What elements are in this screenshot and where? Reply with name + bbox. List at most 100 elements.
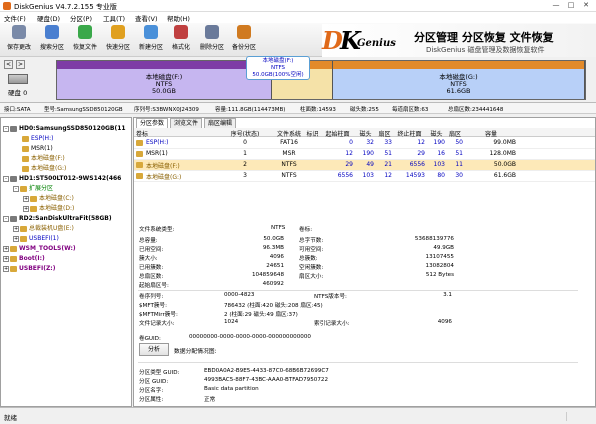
collapse-icon[interactable]: - [3, 215, 9, 222]
tree-item[interactable]: 本地磁盘(G:) [13, 164, 66, 173]
detail-label: 卷序列号: [139, 294, 164, 300]
table-cell: 50 [455, 139, 463, 146]
expand-icon[interactable]: + [23, 205, 29, 212]
expand-icon[interactable]: + [23, 195, 29, 202]
partition-icon [136, 140, 143, 146]
menu-file[interactable]: 文件(F) [4, 13, 26, 23]
detail-label: 分区类型 GUID: [139, 370, 180, 376]
column-header[interactable]: 扇区 [447, 129, 463, 138]
tree-item[interactable]: + 本地磁盘(D:) [23, 204, 74, 213]
tree-item[interactable]: + WSM_TOOLS(W:) [3, 244, 76, 253]
disk-label: 硬盘 0 [8, 89, 28, 97]
expand-icon[interactable]: + [3, 245, 9, 252]
table-cell: 49 [366, 161, 374, 168]
table-cell: 21 [384, 161, 392, 168]
maximize-button[interactable]: □ [566, 1, 576, 10]
detail-label: 起始扇区号: [139, 283, 169, 289]
column-header[interactable]: 终止柱面 [394, 129, 425, 138]
expand-icon[interactable]: + [13, 235, 19, 242]
partition-panel: 分区参数 浏览文件 扇区编辑 卷标 序号(状态) 文件系统 标识 起始柱面 磁头 扇区 终止柱… [133, 117, 596, 407]
tree-item[interactable]: + 总裁装机U盘(E:) [13, 224, 74, 233]
table-cell: 12 [384, 172, 392, 179]
expand-icon[interactable]: + [3, 255, 9, 262]
column-header[interactable]: 磁头 [428, 129, 445, 138]
tree-item[interactable]: - HD1:ST500LT012-9WS142(466 [3, 174, 121, 183]
menu-partition[interactable]: 分区(P) [70, 13, 92, 23]
tree-item[interactable]: 本地磁盘(F:) [13, 154, 65, 163]
column-header[interactable]: 卷标 [136, 129, 221, 138]
column-header[interactable]: 序号(状态) [225, 129, 265, 138]
tree-item-label: 总裁装机U盘(E:) [29, 225, 74, 232]
detail-value: 正常 [204, 397, 216, 403]
tree-item[interactable]: - 扩展分区 [13, 184, 53, 193]
detail-value: 786432 (柱面:420 磁头:208 扇区:45) [224, 303, 323, 309]
tree-item[interactable]: + Boot(I:) [3, 254, 45, 263]
tree-item-label: 本地磁盘(D:) [39, 205, 75, 212]
tree-item-label: 本地磁盘(F:) [31, 155, 65, 162]
delete-partition-button[interactable]: 删除分区 [197, 25, 227, 55]
tree-item[interactable]: + USBEFI(Z:) [3, 264, 55, 273]
prev-disk-button[interactable]: < [4, 60, 13, 69]
menu-disk[interactable]: 硬盘(D) [37, 13, 60, 23]
partition-icon [20, 235, 27, 242]
tab-partition-params[interactable]: 分区参数 [136, 118, 169, 128]
disk-bar-segment[interactable]: 本地磁盘(F:) NTFS 50.0GB [57, 61, 272, 99]
table-row[interactable]: 本地磁盘(F:) 2 NTFS 29 49 21 6556 103 11 50.0GB [134, 160, 595, 171]
column-header[interactable]: 起始柱面 [322, 129, 353, 138]
table-row[interactable]: ESP(H:) 0 FAT16 0 32 33 12 190 50 99.0MB [134, 138, 595, 149]
collapse-icon[interactable]: - [3, 175, 9, 182]
expand-icon[interactable]: + [3, 265, 9, 272]
tree-item[interactable]: - HD0:SamsungSSD850120GB(11 [3, 124, 126, 133]
disk-bar-segment[interactable]: 本地磁盘(G:) NTFS 61.6GB [333, 61, 585, 99]
menu-help[interactable]: 帮助(H) [167, 13, 190, 23]
detail-value: 50.0GB [263, 236, 284, 242]
detail-value: EBD0A0A2-B9E5-4433-87C0-68B6B72699C7 [204, 368, 329, 374]
collapse-icon[interactable]: - [13, 185, 19, 192]
table-cell: MSR [282, 150, 296, 157]
table-cell: 103 [362, 172, 374, 179]
next-disk-button[interactable]: > [16, 60, 25, 69]
collapse-icon[interactable]: - [3, 125, 9, 132]
table-cell: NTFS [281, 172, 297, 179]
table-cell: 30 [455, 172, 463, 179]
search-partition-button[interactable]: 搜索分区 [37, 25, 67, 55]
minimize-button[interactable]: — [551, 1, 561, 10]
column-header[interactable]: 容量 [466, 129, 516, 138]
info-heads: 磁头数:255 [350, 107, 379, 113]
column-header[interactable]: 文件系统 [275, 129, 303, 138]
menu-tools[interactable]: 工具(T) [103, 13, 125, 23]
format-button[interactable]: 格式化 [166, 25, 196, 55]
backup-partition-button[interactable]: 备份分区 [229, 25, 259, 55]
save-changes-button[interactable]: 保存更改 [4, 25, 34, 55]
analyze-button[interactable]: 分析 [139, 343, 169, 356]
recover-file-button[interactable]: 恢复文件 [70, 25, 100, 55]
detail-label: 分区属性: [139, 397, 164, 403]
table-cell: 16 [437, 150, 445, 157]
detail-label: 空闲簇数: [299, 265, 324, 271]
close-button[interactable]: ✕ [581, 1, 591, 10]
detail-value: 49.9GB [433, 245, 454, 251]
expand-icon[interactable]: + [13, 225, 19, 232]
tree-item[interactable]: MSR(1) [13, 144, 53, 153]
tree-item[interactable]: ESP(H:) [13, 134, 53, 143]
tree-item[interactable]: + 本地磁盘(C:) [23, 194, 74, 203]
fs-type-label: 文件系统类型: [139, 227, 175, 233]
table-cell: 103 [433, 161, 445, 168]
column-header[interactable]: 磁头 [357, 129, 374, 138]
table-row[interactable]: MSR(1) 1 MSR 12 190 51 29 16 51 128.0MB [134, 149, 595, 160]
tab-browse-files[interactable]: 浏览文件 [170, 118, 203, 128]
detail-value: 1024 [224, 319, 239, 325]
new-partition-button[interactable]: 新建分区 [136, 25, 166, 55]
disk-icon [8, 74, 28, 84]
info-cylinders: 柱面数:14593 [300, 107, 336, 113]
table-row[interactable]: 本地磁盘(G:) 3 NTFS 6556 103 12 14593 80 30 61.6GB [134, 171, 595, 182]
tree-item[interactable]: + USBEFI(1) [13, 234, 59, 243]
tree-item[interactable]: - RD2:SanDiskUltraFit(58GB) [3, 214, 112, 223]
save-icon [12, 25, 26, 39]
menu-view[interactable]: 查看(V) [135, 13, 158, 23]
quick-partition-button[interactable]: 快速分区 [103, 25, 133, 55]
detail-value: 4993BAC5-88F7-43BC-AAA0-BTFAD7950722 [204, 377, 329, 383]
tab-sector-edit[interactable]: 扇区编辑 [204, 118, 237, 128]
column-header[interactable]: 标识 [305, 129, 320, 138]
column-header[interactable]: 扇区 [377, 129, 392, 138]
